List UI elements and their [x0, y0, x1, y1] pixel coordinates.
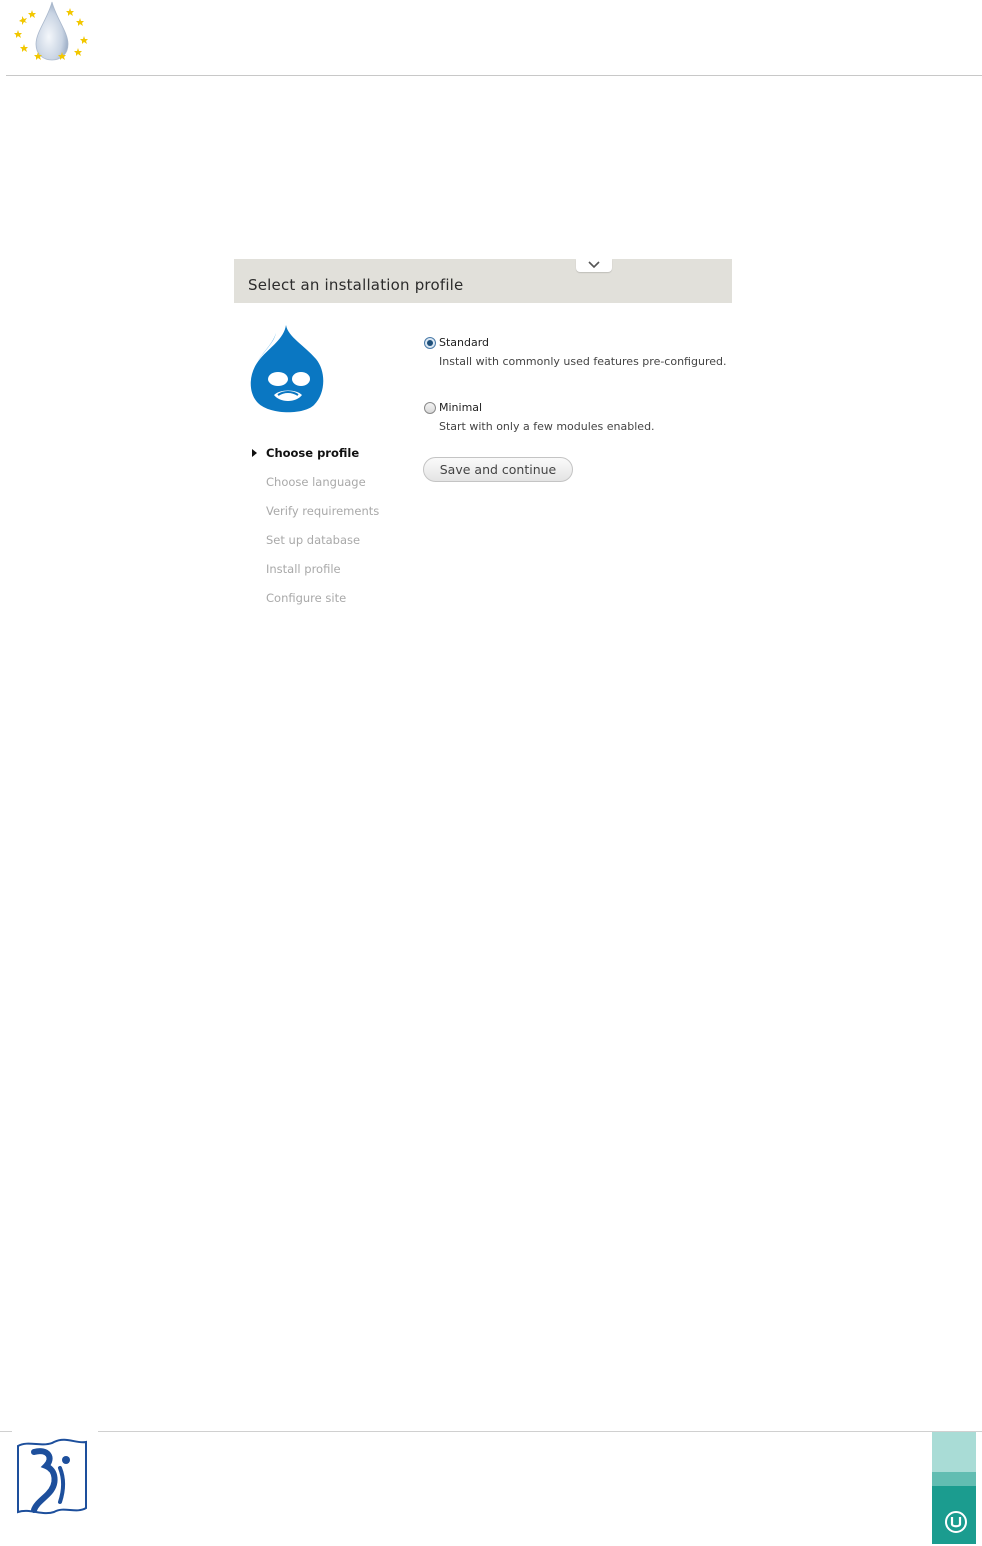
- step-label: Choose profile: [266, 446, 360, 460]
- radio-minimal[interactable]: [424, 402, 436, 414]
- profile-label[interactable]: Standard: [439, 336, 489, 349]
- u-logo-icon: [932, 1432, 976, 1544]
- save-and-continue-button[interactable]: Save and continue: [423, 457, 573, 482]
- step-label: Choose language: [266, 475, 366, 489]
- current-step-arrow-icon: [252, 449, 257, 457]
- step-choose-profile: Choose profile: [248, 445, 379, 474]
- footer-divider: [0, 1431, 12, 1432]
- toolbar-toggle-tab[interactable]: [576, 259, 612, 272]
- profile-label[interactable]: Minimal: [439, 401, 482, 414]
- profile-description: Start with only a few modules enabled.: [439, 420, 655, 433]
- step-label: Configure site: [266, 591, 347, 605]
- profile-description: Install with commonly used features pre-…: [439, 355, 727, 368]
- radio-standard[interactable]: [424, 337, 436, 349]
- installation-steps: Choose profile Choose language Verify re…: [248, 445, 379, 619]
- header-divider: [6, 75, 982, 76]
- step-verify-requirements: Verify requirements: [248, 503, 379, 532]
- step-label: Set up database: [266, 533, 361, 547]
- footer-divider: [98, 1431, 982, 1432]
- installer-header: Select an installation profile: [234, 259, 732, 303]
- drupal-installer-panel: Select an installation profile Choose pr…: [234, 259, 732, 639]
- step-set-up-database: Set up database: [248, 532, 379, 561]
- step-configure-site: Configure site: [248, 590, 379, 619]
- step-label: Verify requirements: [266, 504, 380, 518]
- step-install-profile: Install profile: [248, 561, 379, 590]
- step-label: Install profile: [266, 562, 341, 576]
- page-title: Select an installation profile: [248, 276, 464, 294]
- drupal-drop-logo: [250, 325, 324, 413]
- partner-logo-icon: [17, 1438, 87, 1515]
- step-choose-language: Choose language: [248, 474, 379, 503]
- chevron-down-icon: [588, 261, 600, 269]
- water-drop-stars-logo: [14, 1, 88, 61]
